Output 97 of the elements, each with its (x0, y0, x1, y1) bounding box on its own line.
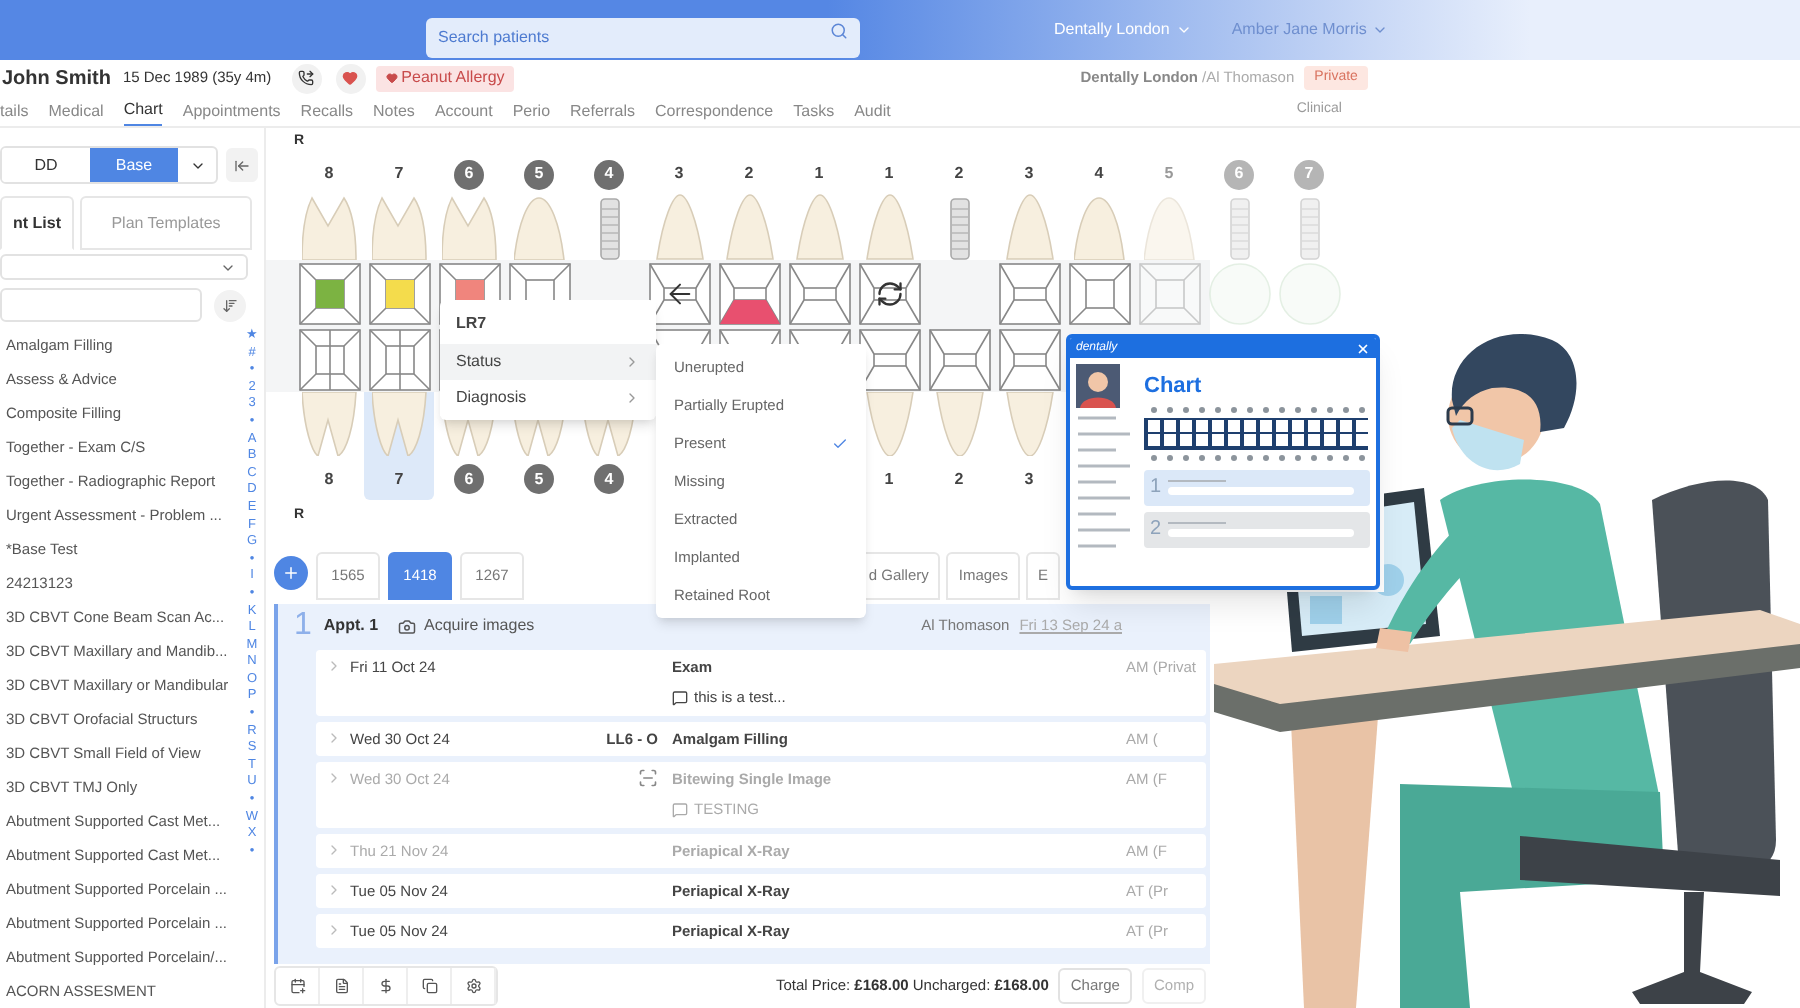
tooth-number[interactable]: 3 (1024, 464, 1034, 494)
window-title: Chart (1144, 376, 1204, 398)
nav-tab[interactable]: Referrals (570, 97, 635, 125)
chevron-right-icon (624, 354, 640, 370)
sort-icon[interactable] (214, 289, 246, 321)
tooth-crown-drawing (371, 196, 427, 260)
text-lines-drawing (1076, 416, 1132, 548)
chevron-down-icon (1372, 22, 1389, 38)
tooth-root-drawing (371, 392, 427, 456)
nav-tab[interactable]: Recalls (300, 97, 354, 125)
tooth-number[interactable]: 5 (524, 464, 554, 494)
tooth-surface-chart[interactable] (857, 261, 921, 325)
nav-tab[interactable]: Perio (512, 97, 551, 125)
nav-tab[interactable]: Medical (48, 97, 104, 125)
plus-icon (282, 563, 300, 581)
appointment-title: Appt. 1 (323, 614, 379, 638)
chevron-right-icon (326, 922, 342, 938)
tooth-number[interactable]: 4 (594, 159, 624, 189)
menu-item[interactable]: Status (440, 344, 656, 380)
nav-tab[interactable]: Appointments (182, 97, 281, 125)
tooth-number[interactable]: 8 (324, 159, 334, 189)
tooth-number[interactable]: 5 (1164, 159, 1174, 189)
tooth-crown-drawing (301, 196, 357, 260)
tooth-highlight[interactable]: 7 (364, 392, 434, 500)
note-icon (672, 689, 688, 706)
nav-tab[interactable]: Tasks (793, 97, 835, 125)
tooth-crown-drawing (795, 194, 843, 260)
tooth-number[interactable]: 2 (954, 464, 964, 494)
chevron-down-icon (1175, 22, 1192, 38)
menu-title: LR7 (454, 312, 489, 336)
refresh-icon (878, 282, 900, 304)
tooth-crown-drawing (441, 196, 497, 260)
nav-tab[interactable]: tails (0, 97, 29, 125)
chevron-right-icon (326, 882, 342, 898)
tooth-crown-drawing (1073, 196, 1125, 260)
appointment-index: 1 (294, 606, 312, 646)
tooth-crown-drawing (513, 196, 565, 260)
tooth-crown-drawing (1143, 196, 1195, 260)
arrow-left-icon (669, 283, 689, 303)
tooth-crown-drawing (1005, 194, 1053, 260)
chevron-right-icon (326, 842, 342, 858)
implant-drawing (1229, 198, 1249, 260)
acquire-images-button[interactable]: Acquire images (398, 614, 535, 638)
tooth-number[interactable]: 5 (524, 159, 554, 189)
image-icon (638, 768, 658, 788)
row-number: 1 (1150, 478, 1162, 498)
add-button[interactable] (274, 555, 308, 589)
tooth-number[interactable]: 1 (884, 159, 894, 189)
tooth-number[interactable]: 3 (1024, 159, 1034, 189)
chevron-right-icon (326, 730, 342, 746)
tooth-crown-drawing (865, 194, 913, 260)
tooth-number[interactable]: 2 (744, 159, 754, 189)
implant-drawing (599, 198, 619, 260)
chevron-right-icon (326, 770, 342, 786)
panel-tab[interactable]: nt List (0, 196, 74, 250)
tooth-number[interactable]: 1 (814, 159, 824, 189)
chevron-right-icon (326, 658, 342, 674)
tooth-number[interactable]: 4 (594, 464, 624, 494)
implant-drawing (949, 198, 969, 260)
tooth-number[interactable]: 8 (324, 464, 334, 494)
chevron-right-icon (624, 390, 640, 406)
search-field[interactable]: Search patients (426, 17, 860, 57)
heart-icon (385, 72, 398, 84)
search-icon[interactable] (830, 21, 848, 39)
collapse-icon[interactable] (226, 148, 258, 182)
tooth-number[interactable]: 3 (674, 159, 684, 189)
note-icon (672, 801, 688, 818)
row-number: 2 (1150, 520, 1162, 540)
nav-tab[interactable]: Audit (854, 97, 891, 125)
avatar-icon (1076, 364, 1120, 408)
tooth-number[interactable]: 6 (454, 464, 484, 494)
search-input[interactable] (0, 288, 202, 322)
nav-tab[interactable]: Notes (373, 97, 415, 125)
nav-tab[interactable]: Chart (123, 97, 163, 125)
tooth-number[interactable]: 7 (394, 159, 404, 189)
mode-segment[interactable]: Base (90, 148, 178, 182)
tooth-number[interactable]: 1 (884, 464, 894, 494)
tooth-root-drawing (301, 392, 357, 456)
close-icon[interactable] (1356, 341, 1370, 355)
nav-tab[interactable]: Account (434, 97, 493, 125)
phone-icon[interactable] (291, 63, 322, 93)
tooth-root-drawing (865, 392, 913, 456)
panel-tab[interactable]: Plan Templates (80, 196, 252, 250)
tooth-number[interactable]: 7 (394, 464, 404, 494)
tooth-crown-drawing (655, 194, 703, 260)
allergy-badge: Peanut Allergy (375, 65, 515, 91)
menu-item[interactable]: Diagnosis (440, 380, 656, 416)
tooth-number[interactable]: 4 (1094, 159, 1104, 189)
tooth-number[interactable]: 6 (454, 159, 484, 189)
camera-icon (398, 617, 417, 635)
patient-name: John Smith (2, 65, 111, 93)
nav-tab[interactable]: Correspondence (654, 97, 774, 125)
tooth-crown-drawing (725, 194, 773, 260)
tooth-root-drawing (935, 392, 983, 456)
tooth-root-drawing (1005, 392, 1053, 456)
implant-drawing (1299, 198, 1319, 260)
tooth-number[interactable]: 2 (954, 159, 964, 189)
